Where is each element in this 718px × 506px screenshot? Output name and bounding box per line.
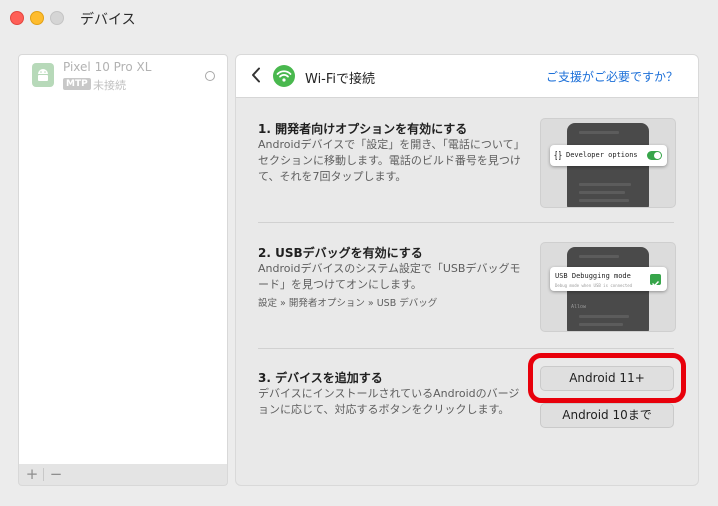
window-title: デバイス (80, 12, 136, 28)
usb-debugging-label: USB Debugging mode (555, 272, 631, 280)
checkbox-checked-icon (650, 274, 661, 287)
close-window-button[interactable] (10, 11, 24, 25)
step-description: Androidデバイスのシステム設定で「USBデバッグモード」を見つけてオンにし… (258, 262, 521, 291)
step-description: Androidデバイスで「設定」を開き、「電話について」セクションに移動します。… (258, 138, 521, 183)
settings-path: 設定 » 開発者オプション » USB デバッグ (258, 298, 438, 309)
wifi-icon (273, 65, 295, 87)
step-title: 3. デバイスを追加する (258, 371, 383, 385)
developer-options-card: Developer options (550, 145, 667, 166)
device-status: 未接続 (93, 79, 126, 92)
toggle-on-icon (647, 151, 662, 160)
step-description: デバイスにインストールされているAndroidのバージョンに応じて、対応するボタ… (258, 387, 520, 416)
help-link[interactable]: ご支援がご必要ですか？ (546, 68, 678, 85)
developer-options-label: Developer options (566, 151, 638, 159)
usb-debugging-illustration: USB Debugging mode Debug mode when USB i… (540, 242, 676, 332)
sidebar-footer: + − (18, 464, 228, 486)
step-divider (258, 348, 674, 349)
panel-title: Wi-Fiで接続 (305, 72, 376, 87)
device-sidebar: Pixel 10 Pro XL MTP 未接続 (18, 54, 228, 465)
device-name: Pixel 10 Pro XL (63, 60, 152, 74)
minimize-window-button[interactable] (30, 11, 44, 25)
add-device-button[interactable]: + (22, 464, 42, 485)
android-10-and-below-button[interactable]: Android 10まで (540, 403, 674, 428)
usb-debugging-card: USB Debugging mode Debug mode when USB i… (550, 267, 667, 291)
highlight-annotation (528, 353, 686, 403)
allow-label: Allow (571, 304, 587, 310)
zoom-window-button[interactable] (50, 11, 64, 25)
remove-device-button[interactable]: − (46, 464, 66, 485)
panel-header: Wi-Fiで接続 ご支援がご必要ですか？ (236, 55, 698, 98)
usb-debugging-sublabel: Debug mode when USB is connected (555, 283, 633, 288)
android-device-icon (32, 63, 54, 87)
back-chevron-icon[interactable] (251, 67, 261, 83)
mtp-badge: MTP (63, 78, 91, 90)
device-list-item[interactable]: Pixel 10 Pro XL MTP 未接続 (19, 57, 227, 95)
step-title: 1. 開発者向けオプションを有効にする (258, 122, 468, 136)
title-bar: デバイス (0, 0, 718, 38)
step-title: 2. USBデバッグを有効にする (258, 246, 423, 260)
code-braces-icon (554, 151, 562, 160)
step-divider (258, 222, 674, 223)
developer-options-illustration: Developer options (540, 118, 676, 208)
footer-divider (43, 468, 44, 481)
device-select-radio[interactable] (205, 71, 215, 81)
